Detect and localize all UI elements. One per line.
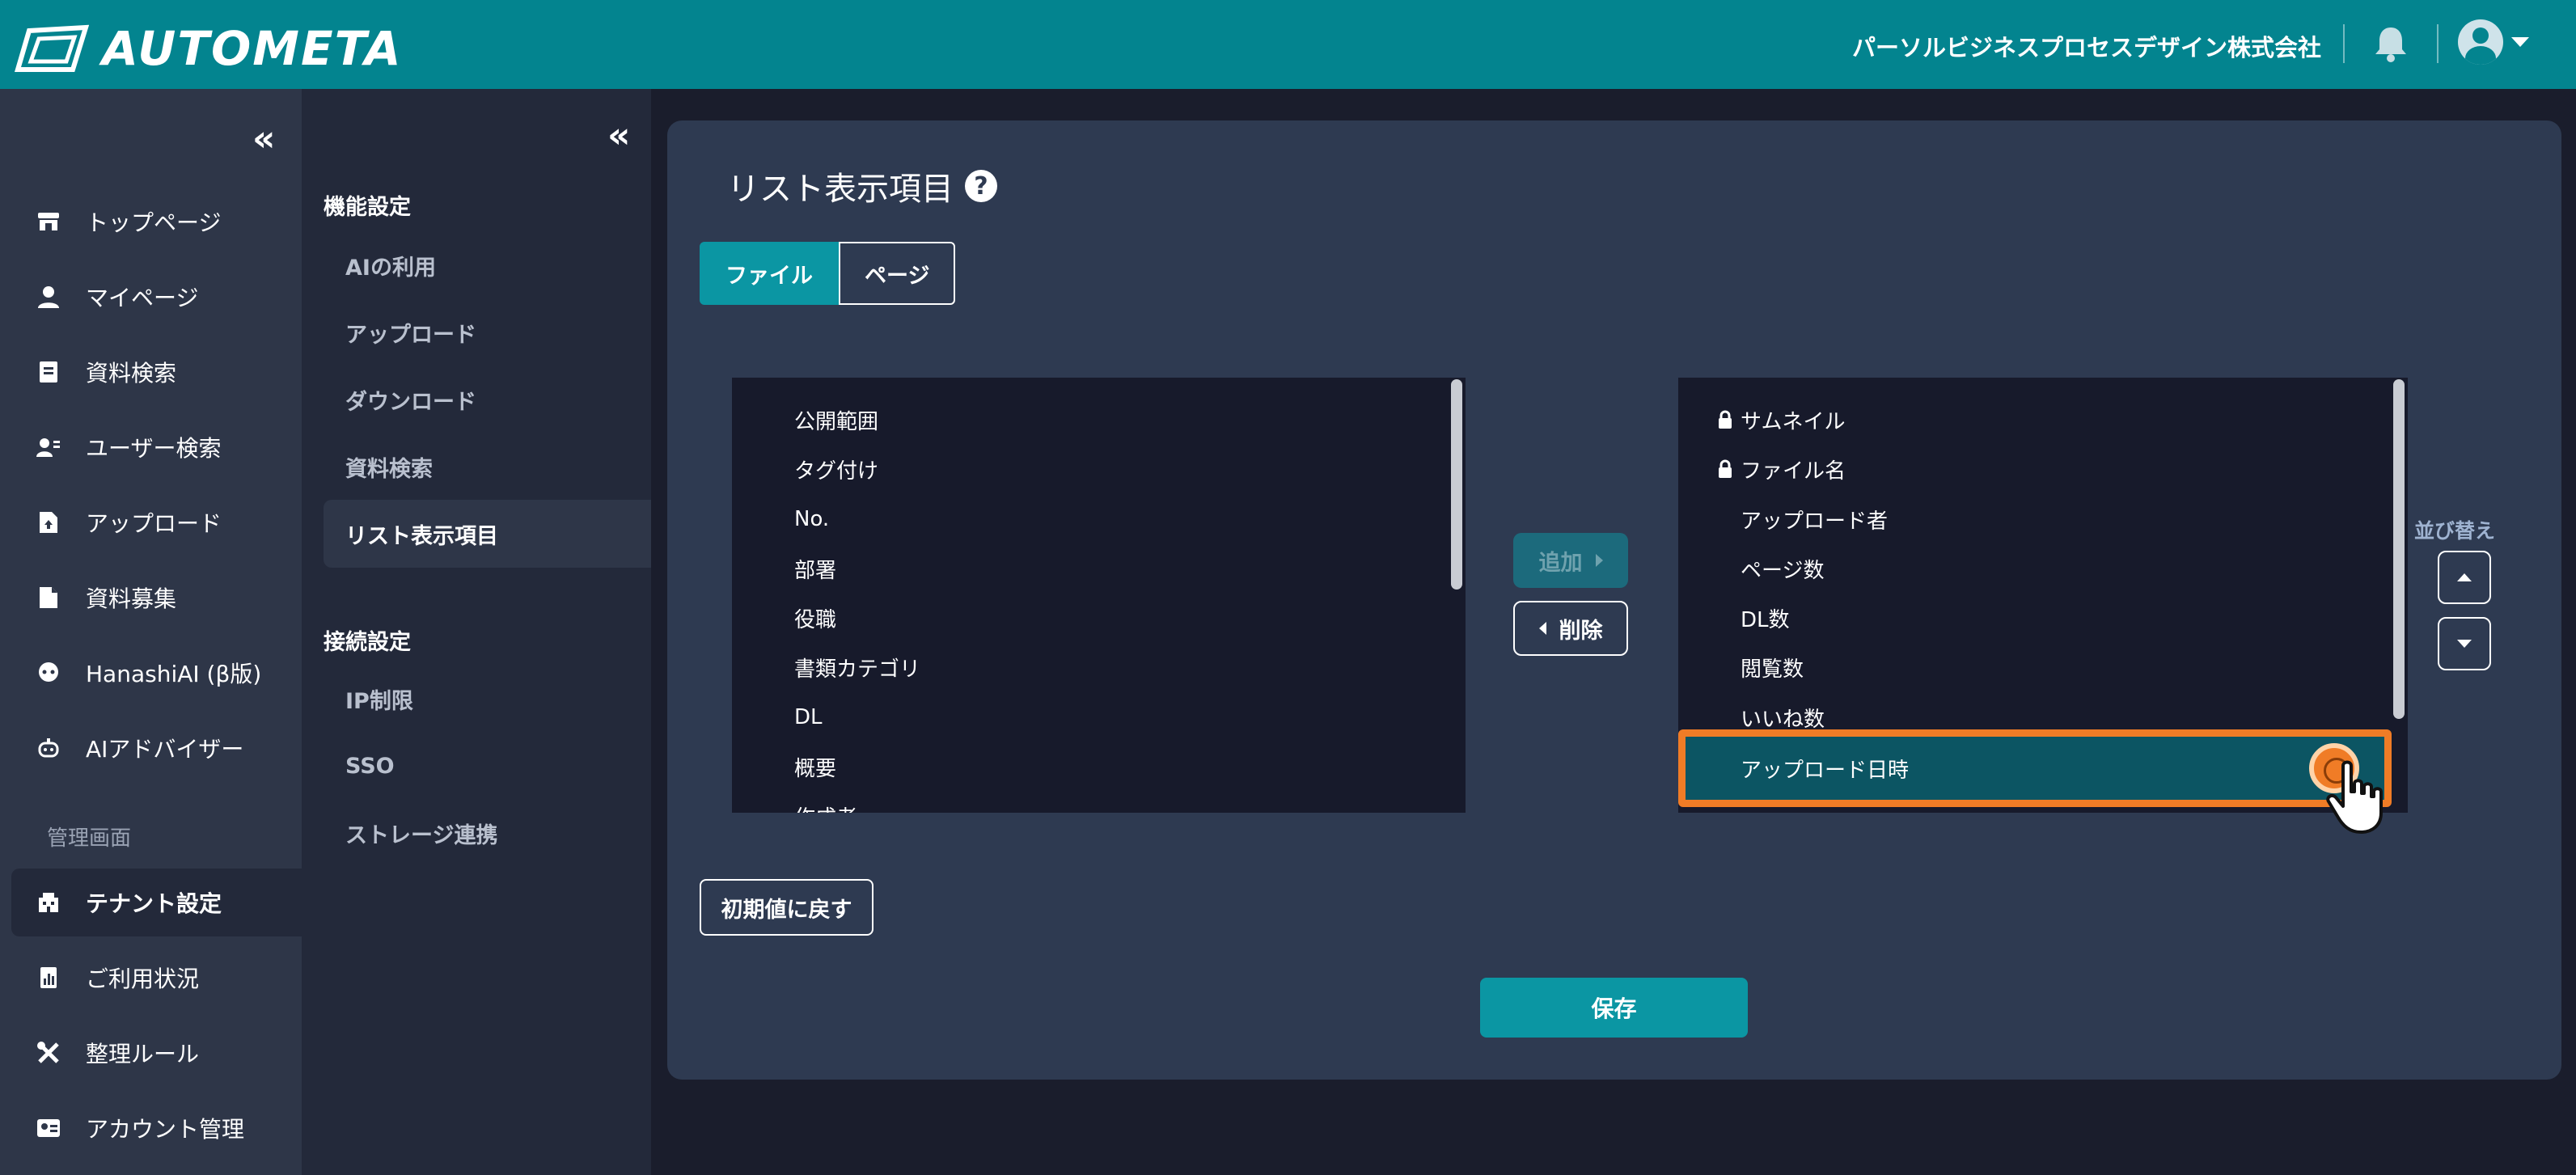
list-item[interactable]: アップロード者 [1678,495,2408,543]
sidebar: « トップページ マイページ 資料検索 ユーザー検索 アップロード 資料募集 H… [0,89,302,1175]
store-icon [36,209,61,235]
logo[interactable]: AUTOMETA [15,21,403,76]
tab-page[interactable]: ページ [839,242,956,305]
list-item[interactable]: 閲覧数 [1678,643,2408,691]
lock-icon [1719,459,1732,478]
user-search-icon [36,434,61,460]
subnav-item-download[interactable]: ダウンロード [324,366,651,433]
tools-icon [36,1040,61,1066]
avatar [2458,19,2503,65]
caret-down-icon [2457,640,2472,648]
tab-file[interactable]: ファイル [700,242,839,305]
document-search-icon [36,359,61,385]
company-name: パーソルビジネスプロセスデザイン株式会社 [1851,34,2321,61]
sidebar-item-top[interactable]: トップページ [11,188,302,256]
subnav-section-connection: 接続設定 [324,630,411,655]
list-item[interactable]: タグ付け [732,445,1466,493]
sidebar-item-accounts[interactable]: アカウント管理 [11,1094,302,1162]
delete-button[interactable]: 削除 [1513,601,1628,656]
collapse-sidebar-icon[interactable]: « [252,121,275,157]
bell-icon[interactable] [2372,24,2409,63]
list-columns-panel: リスト表示項目 ? ファイル ページ 公開範囲 タグ付け No. 部署 役職 書… [667,120,2561,1080]
sidebar-item-doc-search[interactable]: 資料検索 [11,338,302,406]
subnav-item-storage[interactable]: ストレージ連携 [324,799,651,867]
id-card-icon [36,1115,61,1141]
sidebar-item-user-search[interactable]: ユーザー検索 [11,413,302,481]
move-up-button[interactable] [2438,551,2491,604]
list-item[interactable]: No. [732,495,1466,543]
sidebar-item-mypage[interactable]: マイページ [11,263,302,331]
top-header: AUTOMETA パーソルビジネスプロセスデザイン株式会社 [0,0,2576,89]
available-columns-list[interactable]: 公開範囲 タグ付け No. 部署 役職 書類カテゴリ DL 概要 作成者 [732,378,1466,813]
list-item[interactable]: DL数 [1678,594,2408,642]
robot-icon [36,735,61,761]
scrollbar[interactable] [1451,379,1462,590]
lock-icon [1719,410,1732,429]
list-item[interactable]: 作成者 [732,792,1466,814]
pointer-hand-icon [2326,760,2383,834]
list-item[interactable]: DL [732,693,1466,742]
subnav-item-ip[interactable]: IP制限 [324,665,651,733]
sidebar-item-usage[interactable]: ご利用状況 [11,944,302,1012]
subnav-item-ai[interactable]: AIの利用 [324,231,651,299]
move-down-button[interactable] [2438,617,2491,670]
list-item[interactable]: ページ数 [1678,544,2408,593]
chat-bot-icon [36,660,61,686]
list-item[interactable]: 概要 [732,742,1466,791]
header-divider [2437,24,2439,63]
section-label-admin: 管理画面 [47,826,132,851]
sidebar-item-hanashiai[interactable]: HanashiAI (β版) [11,639,302,707]
sidebar-item-rules[interactable]: 整理ルール [11,1019,302,1087]
header-divider [2343,24,2345,63]
chevron-down-icon [2511,37,2529,47]
caret-right-icon [1595,554,1603,567]
sidebar-item-upload[interactable]: アップロード [11,488,302,556]
collapse-subnav-icon[interactable]: « [607,118,630,154]
save-button[interactable]: 保存 [1480,978,1748,1038]
list-item[interactable]: ファイル名 [1678,445,2408,493]
sort-label: 並び替え [2414,519,2496,543]
subnav-item-doc-search[interactable]: 資料検索 [324,433,651,501]
caret-left-icon [1538,622,1546,635]
selected-row-upload-datetime[interactable]: アップロード日時 [1678,729,2392,807]
caret-up-icon [2457,573,2472,581]
upload-file-icon [36,509,61,535]
list-item[interactable]: 公開範囲 [732,395,1466,444]
account-menu[interactable] [2458,19,2529,65]
list-item[interactable]: 部署 [732,544,1466,593]
chart-icon [36,965,61,991]
list-item[interactable]: サムネイル [1678,395,2408,444]
sidebar-item-ai-advisor[interactable]: AIアドバイザー [11,714,302,782]
help-icon[interactable]: ? [965,170,997,202]
type-tabs: ファイル ページ [700,242,956,305]
subnav-item-upload[interactable]: アップロード [324,298,651,366]
page-title: リスト表示項目 ? [727,163,997,209]
building-icon [36,890,61,915]
add-button[interactable]: 追加 [1513,533,1628,588]
subnav-item-sso[interactable]: SSO [324,732,651,800]
subnav-section-features: 機能設定 [324,195,411,220]
list-item[interactable]: 書類カテゴリ [732,643,1466,691]
reset-defaults-button[interactable]: 初期値に戻す [700,879,873,936]
person-icon [36,284,61,310]
scrollbar[interactable] [2393,379,2405,719]
subnav-item-list-columns[interactable]: リスト表示項目 [324,500,651,568]
sidebar-item-doc-request[interactable]: 資料募集 [11,564,302,632]
settings-subnav: « 機能設定 AIの利用 アップロード ダウンロード 資料検索 リスト表示項目 … [302,89,651,1175]
file-icon [36,585,61,611]
list-item[interactable]: 役職 [732,594,1466,642]
logo-text: AUTOMETA [102,21,403,76]
logo-mark-icon [15,24,89,72]
sidebar-item-tenant-settings[interactable]: テナント設定 [11,869,302,936]
